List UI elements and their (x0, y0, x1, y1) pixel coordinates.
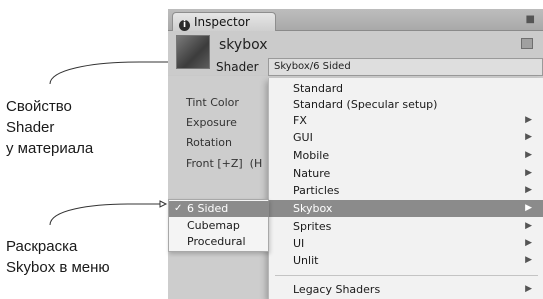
property-rotation: Rotation (186, 136, 233, 149)
property-tint-color: Tint Color (186, 96, 239, 109)
menu-item-label: Standard (293, 82, 344, 95)
menu-item-standard-specular[interactable]: Standard (Specular setup) (269, 96, 543, 113)
submenu-item-label: Cubemap (187, 219, 240, 232)
menu-item-label: FX (293, 114, 307, 127)
menu-item-label: Legacy Shaders (293, 283, 381, 296)
submenu-arrow-icon: ▶ (525, 238, 532, 248)
menu-item-label: UI (293, 237, 305, 250)
shader-menu: Standard Standard (Specular setup) FX ▶ G… (268, 78, 543, 299)
menu-item-skybox[interactable]: Skybox ▶ (269, 200, 543, 217)
material-name: skybox (219, 37, 268, 53)
menu-item-label: Particles (293, 184, 340, 197)
submenu-item-cubemap[interactable]: Cubemap (169, 218, 269, 234)
menu-item-label: GUI (293, 131, 313, 144)
property-front: Front [+Z] (H (186, 157, 262, 170)
submenu-arrow-icon: ▶ (525, 115, 532, 125)
material-preview-icon (176, 35, 210, 69)
menu-item-mobile[interactable]: Mobile ▶ (269, 147, 543, 164)
help-book-icon[interactable] (521, 38, 533, 49)
caption-line: у материала (6, 140, 94, 157)
submenu-arrow-icon: ▶ (525, 168, 532, 178)
caption-line: Раскраска (6, 238, 78, 255)
submenu-arrow-icon: ▶ (525, 132, 532, 142)
menu-item-label: Nature (293, 167, 331, 180)
caption-line: Свойство (6, 98, 72, 115)
caption-line: Shader (6, 119, 55, 136)
material-header: skybox Shader Skybox/6 Sided (168, 31, 543, 76)
submenu-arrow-icon: ▶ (525, 255, 532, 265)
menu-item-particles[interactable]: Particles ▶ (269, 182, 543, 199)
menu-item-label: Mobile (293, 149, 330, 162)
submenu-arrow-icon: ▶ (525, 284, 532, 294)
lock-icon[interactable]: ■ (526, 14, 535, 25)
submenu-arrow-icon: ▶ (525, 185, 532, 195)
menu-item-ui[interactable]: UI ▶ (269, 235, 543, 252)
caption-line: Skybox в меню (6, 259, 110, 276)
skybox-menu-caption: Раскраска Skybox в меню (6, 236, 110, 278)
property-exposure: Exposure (186, 116, 237, 129)
menu-item-label: Skybox (293, 202, 333, 215)
menu-item-label: Sprites (293, 220, 332, 233)
submenu-item-label: Procedural (187, 235, 246, 248)
info-icon: i (179, 20, 190, 31)
submenu-arrow-icon: ▶ (525, 150, 532, 160)
tab-inspector[interactable]: i Inspector (172, 12, 276, 31)
submenu-item-6-sided[interactable]: ✓ 6 Sided (169, 201, 269, 217)
menu-item-label: Unlit (293, 254, 319, 267)
property-front-label: Front [+Z] (186, 157, 243, 170)
menu-item-label: Standard (Specular setup) (293, 98, 438, 111)
menu-separator (275, 275, 538, 276)
menu-item-legacy-shaders[interactable]: Legacy Shaders ▶ (269, 281, 543, 298)
shader-label: Shader (216, 60, 259, 74)
skybox-callout-line (49, 203, 160, 226)
shader-property-caption: Свойство Shader у материала (6, 96, 93, 159)
menu-item-standard[interactable]: Standard (269, 80, 543, 97)
menu-item-gui[interactable]: GUI ▶ (269, 129, 543, 146)
shader-dropdown[interactable]: Skybox/6 Sided (268, 58, 543, 76)
submenu-arrow-icon: ▶ (525, 203, 532, 213)
submenu-item-procedural[interactable]: Procedural (169, 234, 269, 250)
inspector-tabbar: i Inspector ■ (168, 9, 543, 31)
submenu-arrow-icon: ▶ (525, 221, 532, 231)
menu-item-fx[interactable]: FX ▶ (269, 112, 543, 129)
property-front-hint: (H (249, 157, 263, 170)
skybox-submenu: ✓ 6 Sided Cubemap Procedural (168, 199, 269, 252)
tab-inspector-label: Inspector (194, 15, 250, 29)
menu-item-nature[interactable]: Nature ▶ (269, 165, 543, 182)
submenu-item-label: 6 Sided (187, 202, 229, 215)
skybox-callout-arrowhead (159, 200, 168, 208)
menu-item-sprites[interactable]: Sprites ▶ (269, 218, 543, 235)
checkmark-icon: ✓ (174, 203, 183, 214)
menu-item-unlit[interactable]: Unlit ▶ (269, 252, 543, 269)
